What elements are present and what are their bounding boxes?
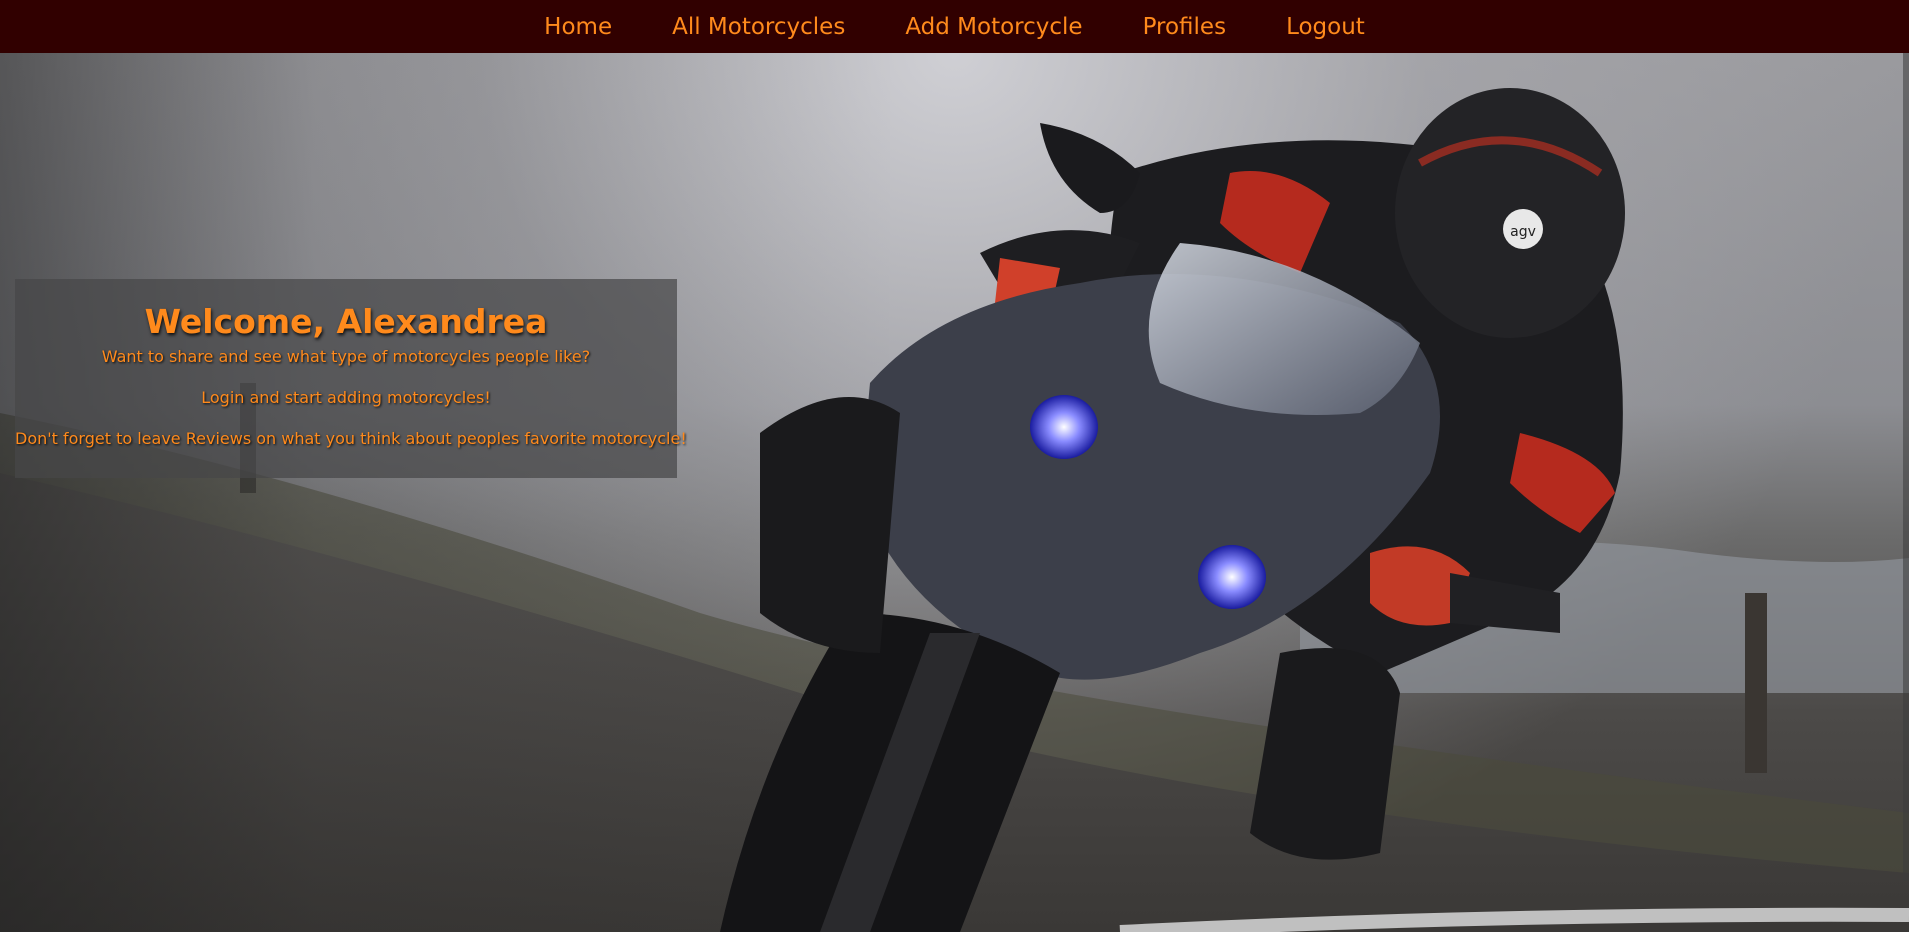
welcome-intro-text: Want to share and see what type of motor…	[101, 347, 591, 366]
welcome-reviews-text: Don't forget to leave Reviews on what yo…	[15, 429, 687, 448]
top-navbar: Home All Motorcycles Add Motorcycle Prof…	[0, 0, 1909, 53]
nav-all-motorcycles-link[interactable]: All Motorcycles	[672, 14, 845, 40]
helmet-logo-text: agv	[1510, 224, 1536, 240]
nav-add-motorcycle-link[interactable]: Add Motorcycle	[905, 14, 1082, 40]
welcome-heading: Welcome, Alexandrea	[144, 302, 548, 341]
motorcycle-rider-photo: agv	[0, 53, 1909, 932]
welcome-login-text: Login and start adding motorcycles!	[201, 388, 491, 407]
hero-background-image: agv	[0, 53, 1909, 932]
welcome-panel: Welcome, Alexandrea Want to share and se…	[15, 279, 687, 478]
nav-profiles-link[interactable]: Profiles	[1143, 14, 1227, 40]
nav-logout-link[interactable]: Logout	[1286, 14, 1365, 40]
nav-home-link[interactable]: Home	[544, 14, 612, 40]
page-scrollbar[interactable]	[1903, 53, 1909, 881]
